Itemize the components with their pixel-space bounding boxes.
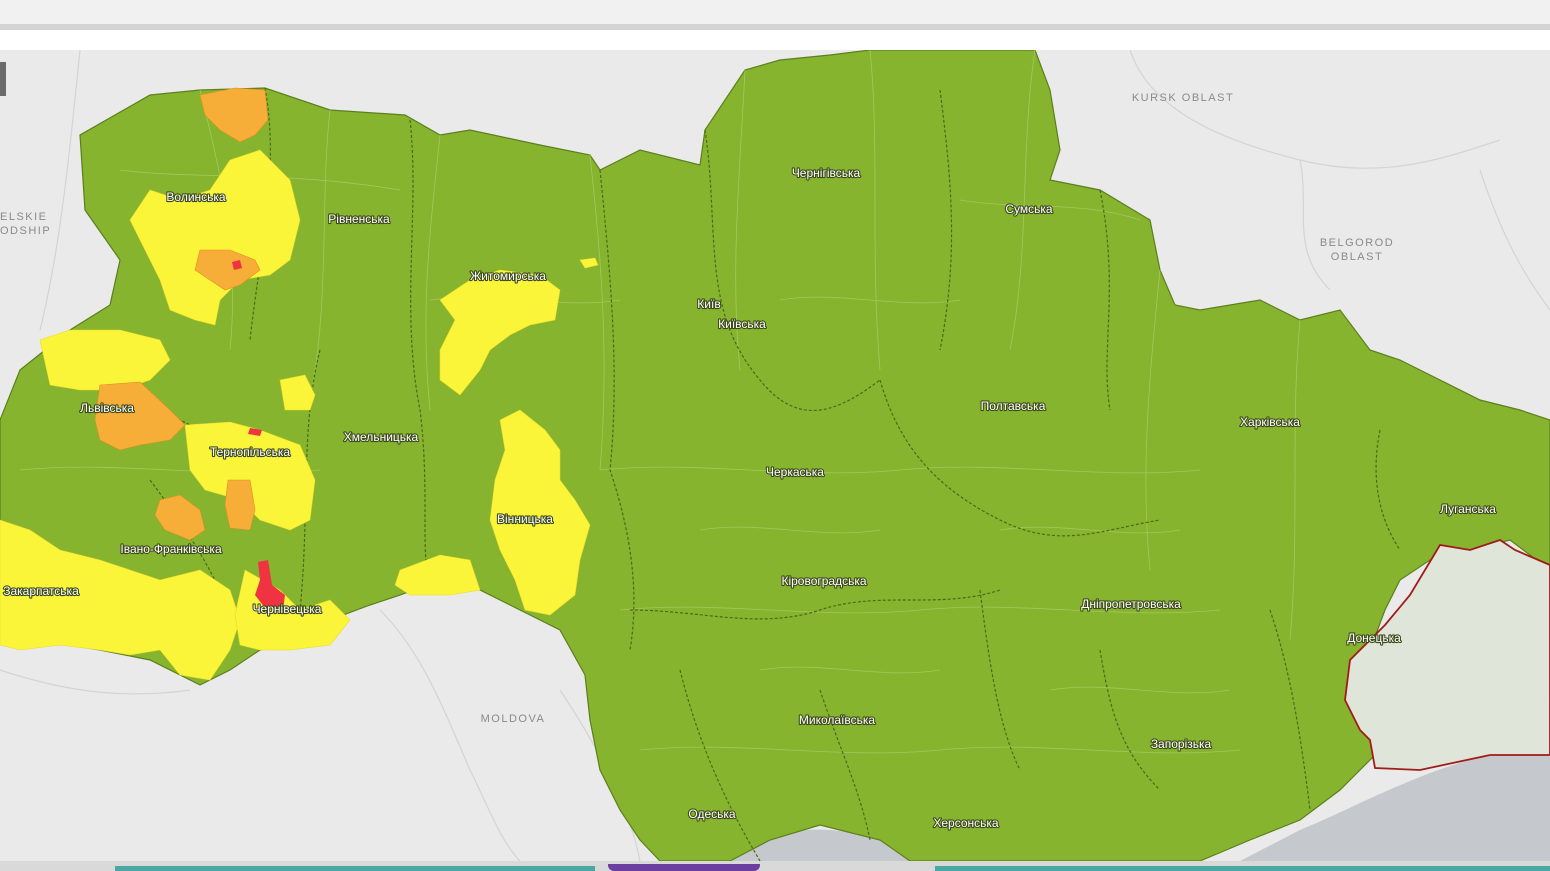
region-label-ternopil[interactable]: Тернопільська	[209, 444, 292, 460]
region-label-volyn[interactable]: Волинська	[165, 189, 227, 205]
region-label-ivano-frankivsk[interactable]: Івано-Франківська	[119, 541, 223, 557]
region-label-donetsk[interactable]: Донецька	[1346, 630, 1402, 646]
region-label-dnipro[interactable]: Дніпропетровська	[1080, 596, 1182, 612]
region-label-zakarpattia[interactable]: Закарпатська	[2, 583, 80, 599]
region-label-kharkiv[interactable]: Харківська	[1239, 414, 1301, 430]
region-label-lviv[interactable]: Львівська	[79, 400, 135, 416]
bottom-tab-strip	[0, 861, 1550, 871]
region-label-kyiv[interactable]: Київська	[717, 316, 767, 332]
bottom-tab-active[interactable]	[608, 864, 760, 871]
region-label-khmelnytskyi[interactable]: Хмельницька	[343, 429, 420, 445]
map-canvas[interactable]: KURSK OBLAST BELGOROD OBLAST MOLDOVA ELS…	[0, 50, 1550, 861]
panel-collapse-handle[interactable]	[0, 62, 6, 96]
region-label-odesa[interactable]: Одеська	[687, 806, 737, 822]
region-label-chernihiv[interactable]: Чернігівська	[791, 165, 862, 181]
west-label-2: ODSHIP	[0, 225, 51, 237]
region-label-zhytomyr[interactable]: Житомирська	[469, 268, 547, 284]
region-label-poltava[interactable]: Полтавська	[980, 398, 1047, 414]
region-label-zaporizhzhia[interactable]: Запорізька	[1150, 736, 1213, 752]
region-label-mykolaiv[interactable]: Миколаївська	[798, 712, 877, 728]
region-label-kyiv-city[interactable]: Київ	[696, 296, 722, 312]
region-label-kherson[interactable]: Херсонська	[932, 815, 1000, 831]
region-label-chernivtsi[interactable]: Чернівецька	[251, 601, 322, 617]
region-label-cherkasy[interactable]: Черкаська	[765, 464, 825, 480]
belgorod-label-2: OBLAST	[1331, 251, 1383, 263]
region-label-sumy[interactable]: Сумська	[1004, 201, 1054, 217]
region-label-rivne[interactable]: Рівненська	[327, 211, 391, 227]
map-view[interactable]: KURSK OBLAST BELGOROD OBLAST MOLDOVA ELS…	[0, 50, 1550, 861]
west-label-1: ELSKIE	[0, 211, 48, 223]
kursk-label: KURSK OBLAST	[1132, 92, 1234, 104]
bottom-tab-left[interactable]	[115, 866, 595, 871]
region-label-kirovohrad[interactable]: Кіровоградська	[780, 573, 868, 589]
top-toolbar	[0, 0, 1550, 24]
region-label-luhansk[interactable]: Луганська	[1439, 501, 1497, 517]
region-label-vinnytsia[interactable]: Вінницька	[496, 511, 554, 527]
belgorod-label-1: BELGOROD	[1320, 237, 1394, 249]
bottom-tab-right[interactable]	[935, 866, 1550, 871]
map-header-gap	[0, 30, 1550, 50]
moldova-label: MOLDOVA	[481, 713, 546, 725]
